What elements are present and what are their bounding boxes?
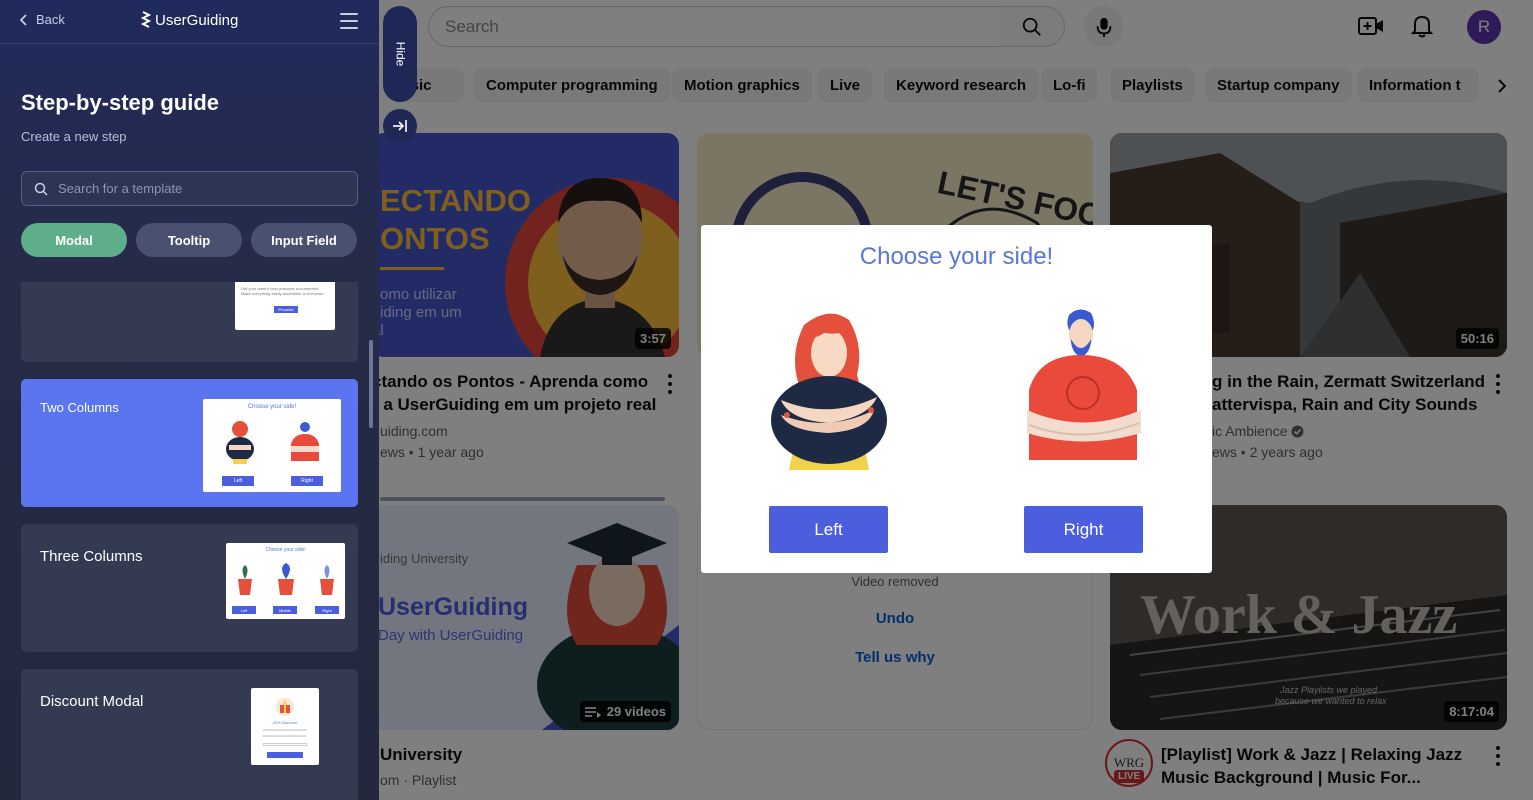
template-label: Three Columns bbox=[40, 548, 143, 565]
preview-text-line bbox=[263, 735, 307, 737]
back-button[interactable]: Back bbox=[20, 12, 65, 27]
tab-modal[interactable]: Modal bbox=[21, 223, 127, 257]
template-preview: Choose your side! Left Right bbox=[203, 399, 341, 492]
template-card-single[interactable]: Get your team's best practices documente… bbox=[21, 282, 358, 362]
tab-tooltip[interactable]: Tooltip bbox=[136, 223, 242, 257]
template-search-placeholder: Search for a template bbox=[58, 181, 183, 196]
sidebar-subtitle: Create a new step bbox=[21, 129, 127, 144]
choose-side-modal: Choose your side! Left Right bbox=[701, 225, 1212, 573]
tab-input-field[interactable]: Input Field bbox=[251, 223, 357, 257]
search-icon bbox=[34, 182, 48, 196]
collapse-arrow-icon bbox=[393, 120, 407, 132]
preview-text-line bbox=[263, 729, 307, 731]
preview-input bbox=[263, 743, 307, 746]
collapse-sidebar-button[interactable] bbox=[383, 109, 417, 143]
menu-icon[interactable] bbox=[340, 13, 358, 29]
hide-sidebar-tab[interactable]: Hide bbox=[383, 6, 417, 102]
right-button[interactable]: Right bbox=[1024, 506, 1143, 553]
mini-gift-icon bbox=[276, 698, 294, 716]
sidebar-header: Back UserGuiding bbox=[0, 0, 379, 44]
userguiding-logo: UserGuiding bbox=[141, 11, 238, 29]
template-list: Get your team's best practices documente… bbox=[0, 282, 379, 800]
mini-man-illustration bbox=[291, 422, 319, 461]
template-preview: Choose your side! Left Middle Right bbox=[226, 543, 345, 619]
userguiding-sidebar: Back UserGuiding Step-by-step guide Crea… bbox=[0, 0, 379, 800]
template-search-input[interactable]: Search for a template bbox=[21, 171, 358, 206]
template-label: Two Columns bbox=[40, 400, 119, 415]
modal-title: Choose your side! bbox=[859, 243, 1054, 270]
template-preview: 20% Discount bbox=[251, 688, 319, 765]
template-card-three-columns[interactable]: Three Columns Choose your side! Left Mid… bbox=[21, 524, 358, 652]
man-illustration bbox=[1027, 309, 1141, 460]
template-card-discount-modal[interactable]: Discount Modal 20% Discount bbox=[21, 669, 358, 800]
template-preview: Get your team's best practices documente… bbox=[235, 282, 335, 330]
sidebar-scrollbar[interactable] bbox=[369, 340, 373, 428]
template-card-two-columns[interactable]: Two Columns Choose your side! Left Right bbox=[21, 379, 358, 507]
preview-button bbox=[267, 752, 303, 758]
chevron-left-icon bbox=[20, 13, 27, 26]
userguiding-logo-icon bbox=[141, 11, 151, 28]
left-button[interactable]: Left bbox=[769, 506, 888, 553]
mini-plants-illustration bbox=[238, 563, 334, 595]
template-label: Discount Modal bbox=[40, 693, 144, 710]
woman-illustration bbox=[771, 313, 887, 470]
mini-woman-illustration bbox=[226, 421, 254, 464]
sidebar-title: Step-by-step guide bbox=[21, 90, 220, 115]
